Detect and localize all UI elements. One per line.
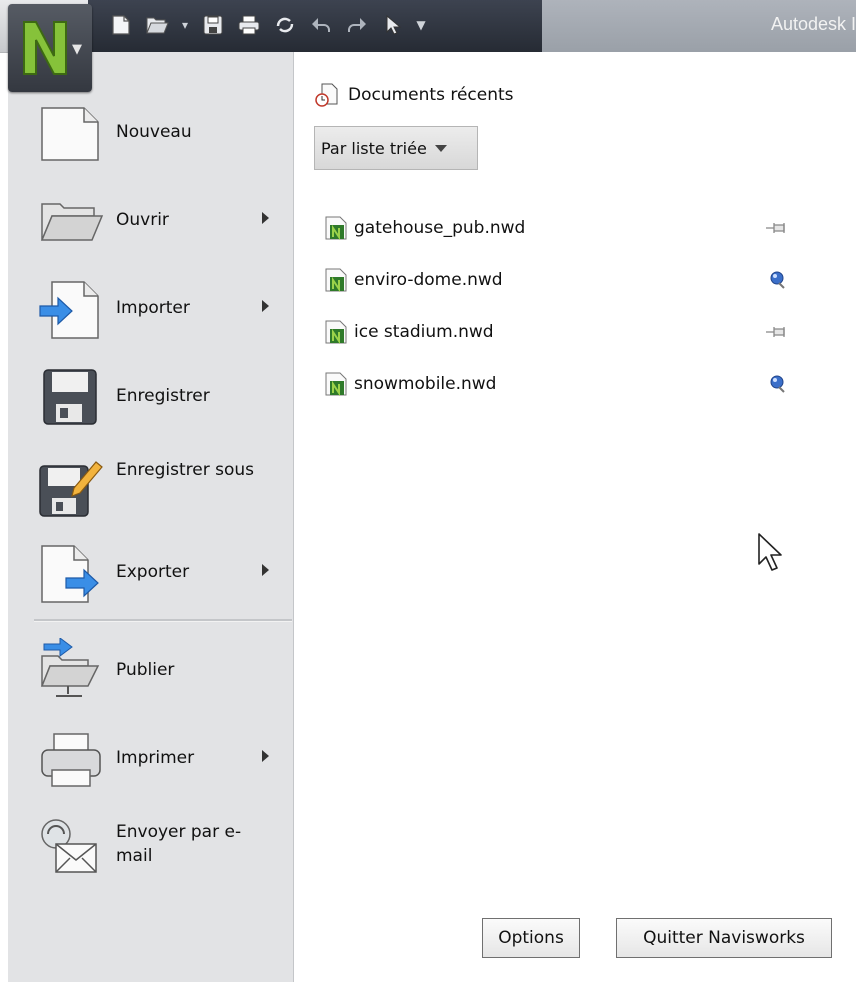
customize-icon[interactable]: ▼: [414, 10, 428, 40]
save-icon: [43, 369, 97, 425]
recent-file-row[interactable]: snowmobile.nwd: [324, 368, 804, 400]
menu-item-label: Importer: [116, 298, 190, 318]
new-document-icon: [41, 107, 99, 161]
nwd-file-icon: [325, 268, 347, 293]
recent-documents-header: Documents récents: [314, 82, 514, 108]
submenu-arrow-icon: [262, 212, 269, 224]
menu-item-save[interactable]: Enregistrer: [8, 356, 293, 436]
file-name: gatehouse_pub.nwd: [354, 218, 526, 238]
undo-icon[interactable]: [306, 10, 336, 40]
save-as-icon: [39, 461, 103, 517]
menu-item-publish[interactable]: Publier: [8, 630, 293, 710]
folder-open-icon: [40, 203, 104, 241]
open-dropdown-icon[interactable]: ▾: [178, 10, 192, 40]
nwd-file-icon: [325, 372, 347, 397]
submenu-arrow-icon: [262, 750, 269, 762]
menu-item-email[interactable]: Envoyer par e-mail: [8, 806, 293, 886]
navisworks-logo-icon: [23, 21, 67, 75]
nwd-file-icon: [325, 320, 347, 345]
print-icon[interactable]: [234, 10, 264, 40]
recent-file-row[interactable]: gatehouse_pub.nwd: [324, 212, 804, 244]
nwd-file-icon: [325, 216, 347, 241]
menu-item-label: Publier: [116, 660, 175, 680]
recent-documents-title: Documents récents: [348, 85, 514, 105]
redo-icon[interactable]: [342, 10, 372, 40]
menu-separator: [34, 619, 292, 622]
menu-item-save-as[interactable]: Enregistrer sous: [8, 444, 293, 524]
application-menu: Nouveau Ouvrir Importer Enregistrer Enre…: [8, 52, 294, 982]
recent-documents-pane: Documents récents Par liste triée gateho…: [294, 52, 856, 982]
submenu-arrow-icon: [262, 300, 269, 312]
recent-file-row[interactable]: enviro-dome.nwd: [324, 264, 804, 296]
new-icon[interactable]: [106, 10, 136, 40]
menu-item-label: Exporter: [116, 562, 190, 582]
chevron-down-icon: ▼: [72, 42, 82, 57]
sort-dropdown-label: Par liste triée: [321, 138, 427, 158]
file-name: enviro-dome.nwd: [354, 270, 503, 290]
menu-item-label: Enregistrer sous: [116, 460, 254, 480]
publish-icon: [40, 638, 100, 697]
menu-item-label: Ouvrir: [116, 210, 169, 230]
refresh-icon[interactable]: [270, 10, 300, 40]
export-icon: [41, 545, 99, 603]
import-icon: [39, 281, 99, 339]
mouse-cursor-icon: [758, 533, 782, 571]
menu-item-label: Envoyer par e-mail: [116, 822, 242, 866]
open-icon[interactable]: [142, 10, 172, 40]
menu-item-label: Imprimer: [116, 748, 195, 768]
pinned-icon[interactable]: [764, 374, 790, 394]
recent-documents-icon: [315, 83, 338, 107]
menu-item-export[interactable]: Exporter: [8, 532, 293, 612]
pin-icon[interactable]: [764, 218, 790, 238]
pinned-icon[interactable]: [764, 270, 790, 290]
quick-access-toolbar: Autodesk I ▾ ▼: [0, 0, 856, 53]
menu-item-import[interactable]: Importer: [8, 268, 293, 348]
application-button[interactable]: ▼: [8, 4, 92, 92]
window-title: Autodesk I: [770, 14, 856, 34]
chevron-down-icon: [434, 144, 447, 152]
save-icon[interactable]: [198, 10, 228, 40]
recent-file-row[interactable]: ice stadium.nwd: [324, 316, 804, 348]
select-icon[interactable]: [378, 10, 408, 40]
menu-item-label: Nouveau: [116, 122, 192, 142]
menu-item-print[interactable]: Imprimer: [8, 718, 293, 798]
options-button[interactable]: Options: [482, 918, 580, 958]
menu-item-open[interactable]: Ouvrir: [8, 180, 293, 260]
email-icon: [41, 819, 97, 873]
quit-button[interactable]: Quitter Navisworks: [616, 918, 832, 958]
menu-item-label: Enregistrer: [116, 386, 210, 406]
file-name: ice stadium.nwd: [354, 322, 494, 342]
printer-icon: [41, 733, 101, 787]
sort-dropdown[interactable]: Par liste triée: [314, 126, 478, 170]
menu-item-new[interactable]: Nouveau: [8, 92, 293, 172]
pin-icon[interactable]: [764, 322, 790, 342]
title-bar: Autodesk I: [542, 0, 856, 52]
file-name: snowmobile.nwd: [354, 374, 497, 394]
submenu-arrow-icon: [262, 564, 269, 576]
